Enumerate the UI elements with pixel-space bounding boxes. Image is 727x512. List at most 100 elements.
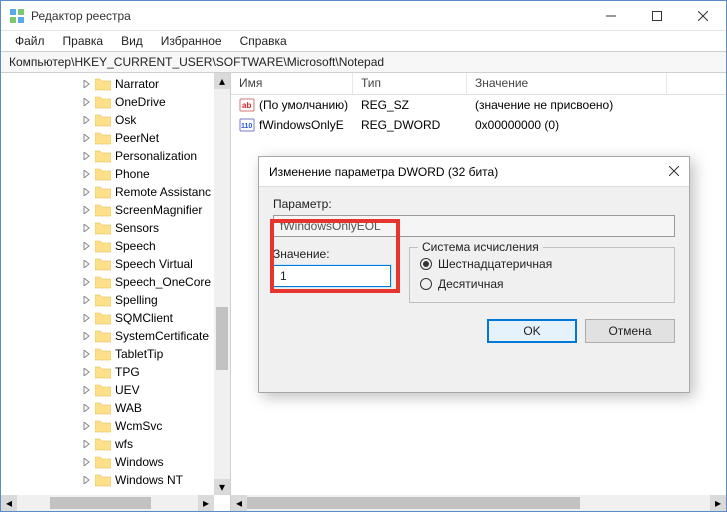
tree-item[interactable]: Phone	[7, 165, 214, 183]
window-title: Редактор реестра	[31, 9, 588, 23]
tree-item[interactable]: OneDrive	[7, 93, 214, 111]
tree-item[interactable]: Personalization	[7, 147, 214, 165]
chevron-right-icon[interactable]	[81, 438, 93, 450]
list-scrollbar-horizontal[interactable]: ◂ ▸	[231, 495, 726, 511]
chevron-right-icon[interactable]	[81, 456, 93, 468]
chevron-right-icon[interactable]	[81, 168, 93, 180]
tree-item[interactable]: Narrator	[7, 75, 214, 93]
tree-item[interactable]: Spelling	[7, 291, 214, 309]
folder-icon	[95, 149, 111, 163]
tree-item[interactable]: TabletTip	[7, 345, 214, 363]
tree-item-label: OneDrive	[115, 95, 166, 109]
row-name: (По умолчанию)	[259, 98, 348, 112]
tree-item[interactable]: SystemCertificate	[7, 327, 214, 345]
chevron-right-icon[interactable]	[81, 240, 93, 252]
tree-item-label: UEV	[115, 383, 140, 397]
col-value[interactable]: Значение	[467, 73, 667, 94]
tree-item-label: WcmSvc	[115, 419, 162, 433]
tree-item[interactable]: WcmSvc	[7, 417, 214, 435]
string-type-icon: ab	[239, 97, 255, 113]
radio-hex[interactable]: Шестнадцатеричная	[420, 254, 664, 274]
folder-icon	[95, 77, 111, 91]
chevron-right-icon[interactable]	[81, 276, 93, 288]
list-row[interactable]: ab(По умолчанию)REG_SZ(значение не присв…	[231, 95, 726, 115]
tree-item[interactable]: Sensors	[7, 219, 214, 237]
tree-item[interactable]: PeerNet	[7, 129, 214, 147]
tree-scrollbar-horizontal[interactable]: ◂ ▸	[1, 495, 214, 511]
scroll-left-icon[interactable]: ◂	[1, 495, 17, 511]
tree-item[interactable]: Speech Virtual	[7, 255, 214, 273]
chevron-right-icon[interactable]	[81, 384, 93, 396]
dialog-close-button[interactable]	[669, 165, 679, 179]
minimize-button[interactable]	[588, 1, 634, 31]
ok-button[interactable]: OK	[487, 319, 577, 343]
col-type[interactable]: Тип	[353, 73, 467, 94]
chevron-right-icon[interactable]	[81, 204, 93, 216]
tree-item[interactable]: Osk	[7, 111, 214, 129]
tree-item[interactable]: Windows NT	[7, 471, 214, 489]
tree-item-label: ScreenMagnifier	[115, 203, 202, 217]
chevron-right-icon[interactable]	[81, 258, 93, 270]
chevron-right-icon[interactable]	[81, 366, 93, 378]
tree-item-label: Speech_OneCore	[115, 275, 211, 289]
tree-item[interactable]: WAB	[7, 399, 214, 417]
address-bar[interactable]: Компьютер\HKEY_CURRENT_USER\SOFTWARE\Mic…	[1, 51, 726, 73]
menu-edit[interactable]: Правка	[55, 32, 112, 50]
maximize-button[interactable]	[634, 1, 680, 31]
tree-item[interactable]: TPG	[7, 363, 214, 381]
menu-favorites[interactable]: Избранное	[153, 32, 230, 50]
chevron-right-icon[interactable]	[81, 222, 93, 234]
svg-text:ab: ab	[242, 101, 251, 110]
chevron-right-icon[interactable]	[81, 420, 93, 432]
chevron-right-icon[interactable]	[81, 474, 93, 486]
radio-dec[interactable]: Десятичная	[420, 274, 664, 294]
tree-item[interactable]: wfs	[7, 435, 214, 453]
chevron-right-icon[interactable]	[81, 402, 93, 414]
menu-help[interactable]: Справка	[232, 32, 295, 50]
svg-text:110: 110	[241, 123, 252, 130]
chevron-right-icon[interactable]	[81, 312, 93, 324]
row-value: (значение не присвоено)	[467, 98, 667, 112]
tree-item[interactable]: ScreenMagnifier	[7, 201, 214, 219]
folder-icon	[95, 203, 111, 217]
tree-item[interactable]: SQMClient	[7, 309, 214, 327]
scroll-right-icon[interactable]: ▸	[710, 495, 726, 511]
scroll-left-icon[interactable]: ◂	[231, 495, 247, 511]
cancel-button[interactable]: Отмена	[585, 319, 675, 343]
chevron-right-icon[interactable]	[81, 132, 93, 144]
tree-item-label: Narrator	[115, 77, 159, 91]
chevron-right-icon[interactable]	[81, 150, 93, 162]
scroll-right-icon[interactable]: ▸	[198, 495, 214, 511]
tree-view[interactable]: Narrator OneDrive OskPeerNetPersonalizatio…	[1, 73, 214, 495]
tree-item-label: Speech	[115, 239, 156, 253]
value-field[interactable]: 1	[273, 265, 391, 287]
tree-item[interactable]: Speech	[7, 237, 214, 255]
list-row[interactable]: 110fWindowsOnlyEREG_DWORD0x00000000 (0)	[231, 115, 726, 135]
radio-hex-label: Шестнадцатеричная	[438, 257, 552, 271]
tree-item[interactable]: Windows	[7, 453, 214, 471]
scroll-up-icon[interactable]: ▴	[214, 73, 230, 89]
chevron-right-icon[interactable]	[81, 96, 93, 108]
tree-scrollbar-vertical[interactable]: ▴ ▾	[214, 73, 230, 495]
chevron-right-icon[interactable]	[81, 330, 93, 342]
menu-file[interactable]: Файл	[7, 32, 53, 50]
chevron-right-icon[interactable]	[81, 186, 93, 198]
folder-icon	[95, 419, 111, 433]
tree-item-label: Remote Assistanc	[115, 185, 211, 199]
chevron-right-icon[interactable]	[81, 78, 93, 90]
titlebar: Редактор реестра	[1, 1, 726, 31]
value-label: Значение:	[273, 247, 391, 261]
tree-item[interactable]: UEV	[7, 381, 214, 399]
col-name[interactable]: Имя	[231, 73, 353, 94]
app-icon	[9, 8, 25, 24]
chevron-right-icon[interactable]	[81, 114, 93, 126]
scroll-down-icon[interactable]: ▾	[214, 479, 230, 495]
chevron-right-icon[interactable]	[81, 348, 93, 360]
folder-icon	[95, 257, 111, 271]
tree-item[interactable]: Remote Assistanc	[7, 183, 214, 201]
folder-icon	[95, 221, 111, 235]
tree-item[interactable]: Speech_OneCore	[7, 273, 214, 291]
close-button[interactable]	[680, 1, 726, 31]
chevron-right-icon[interactable]	[81, 294, 93, 306]
menu-view[interactable]: Вид	[113, 32, 151, 50]
